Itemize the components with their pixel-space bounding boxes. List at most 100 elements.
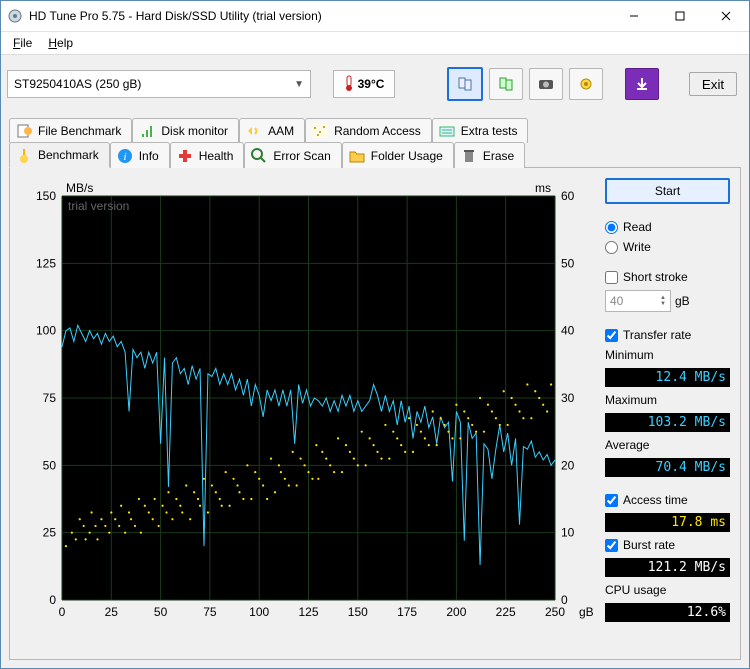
svg-text:100: 100	[36, 324, 56, 338]
exit-button[interactable]: Exit	[689, 72, 737, 96]
cpu-label: CPU usage	[605, 583, 730, 597]
toolbar: ST9250410AS (250 gB) ▼ 39°C Exit	[1, 55, 749, 113]
max-label: Maximum	[605, 393, 730, 407]
svg-text:100: 100	[249, 605, 269, 619]
tab-error-scan[interactable]: Error Scan	[244, 142, 341, 168]
file-bench-icon	[16, 123, 32, 139]
copy-screenshot-button[interactable]	[447, 67, 483, 101]
svg-text:0: 0	[59, 605, 66, 619]
info-icon: i	[117, 148, 133, 164]
svg-text:50: 50	[154, 605, 168, 619]
tab-label: Folder Usage	[371, 149, 443, 163]
svg-text:30: 30	[561, 391, 575, 405]
folder-icon	[349, 148, 365, 164]
temperature-value: 39°C	[358, 77, 385, 91]
start-button[interactable]: Start	[605, 178, 730, 204]
svg-text:0: 0	[49, 593, 56, 607]
burst-rate-checkbox[interactable]: Burst rate	[605, 538, 730, 552]
benchmark-chart: trial version025507510012515001020304050…	[20, 178, 597, 628]
tab-label: Erase	[483, 149, 514, 163]
maximize-button[interactable]	[657, 1, 703, 31]
tab-extra-tests[interactable]: Extra tests	[432, 118, 529, 143]
svg-text:125: 125	[36, 256, 56, 270]
tab-file-benchmark[interactable]: File Benchmark	[9, 118, 132, 143]
tab-label: File Benchmark	[38, 124, 121, 138]
svg-text:75: 75	[43, 391, 57, 405]
svg-text:20: 20	[561, 458, 575, 472]
svg-text:10: 10	[561, 526, 575, 540]
window-title: HD Tune Pro 5.75 - Hard Disk/SSD Utility…	[29, 9, 611, 23]
tab-control: File Benchmark Disk monitor AAM Random Acce…	[9, 117, 741, 167]
min-value: 12.4 MB/s	[605, 368, 730, 387]
error-icon	[251, 148, 267, 164]
random-icon	[312, 123, 328, 139]
copy-info-button[interactable]	[489, 68, 523, 100]
short-stroke-checkbox[interactable]: Short stroke	[605, 270, 730, 284]
tab-label: Benchmark	[38, 148, 99, 162]
read-radio[interactable]: Read	[605, 220, 730, 234]
menu-file[interactable]: File	[5, 34, 40, 52]
options-button[interactable]	[569, 68, 603, 100]
save-screenshot-button[interactable]	[529, 68, 563, 100]
tab-folder-usage[interactable]: Folder Usage	[342, 142, 454, 168]
svg-text:25: 25	[105, 605, 119, 619]
avg-value: 70.4 MB/s	[605, 458, 730, 477]
short-stroke-input[interactable]: 40 ▲▼	[605, 290, 671, 312]
svg-text:gB: gB	[579, 605, 594, 619]
drive-select[interactable]: ST9250410AS (250 gB) ▼	[7, 70, 311, 98]
svg-text:250: 250	[545, 605, 565, 619]
svg-text:50: 50	[561, 256, 575, 270]
svg-text:175: 175	[397, 605, 417, 619]
tab-label: Extra tests	[461, 124, 518, 138]
app-icon	[7, 8, 23, 24]
short-stroke-unit: gB	[675, 294, 690, 308]
tab-aam[interactable]: AAM	[239, 118, 305, 143]
min-label: Minimum	[605, 348, 730, 362]
extra-icon	[439, 123, 455, 139]
svg-text:150: 150	[348, 605, 368, 619]
tab-info[interactable]: i Info	[110, 142, 170, 168]
minimize-button[interactable]	[611, 1, 657, 31]
tab-label: Random Access	[334, 124, 421, 138]
cpu-value: 12.6%	[605, 603, 730, 622]
tab-disk-monitor[interactable]: Disk monitor	[132, 118, 239, 143]
burst-value: 121.2 MB/s	[605, 558, 730, 577]
tab-random-access[interactable]: Random Access	[305, 118, 432, 143]
transfer-rate-checkbox[interactable]: Transfer rate	[605, 328, 730, 342]
tab-health[interactable]: Health	[170, 142, 245, 168]
write-radio[interactable]: Write	[605, 240, 730, 254]
tab-erase[interactable]: Erase	[454, 142, 525, 168]
side-panel: Start Read Write Short stroke 40 ▲▼ gB T…	[605, 178, 730, 622]
svg-text:50: 50	[43, 458, 57, 472]
access-time-checkbox[interactable]: Access time	[605, 493, 730, 507]
title-bar: HD Tune Pro 5.75 - Hard Disk/SSD Utility…	[1, 1, 749, 32]
tab-label: Health	[199, 149, 234, 163]
access-value: 17.8 ms	[605, 513, 730, 532]
menu-bar: File Help	[1, 32, 749, 55]
spinner-icon: ▲▼	[660, 295, 666, 307]
erase-icon	[461, 148, 477, 164]
svg-text:MB/s: MB/s	[66, 181, 93, 195]
svg-text:25: 25	[43, 526, 57, 540]
tab-label: AAM	[268, 124, 294, 138]
save-button[interactable]	[625, 68, 659, 100]
menu-help[interactable]: Help	[40, 34, 81, 52]
disk-monitor-icon	[139, 123, 155, 139]
max-value: 103.2 MB/s	[605, 413, 730, 432]
svg-text:60: 60	[561, 189, 575, 203]
svg-text:i: i	[123, 151, 126, 163]
aam-icon	[246, 123, 262, 139]
close-button[interactable]	[703, 1, 749, 31]
svg-text:150: 150	[36, 189, 56, 203]
benchmark-panel: trial version025507510012515001020304050…	[9, 167, 741, 660]
bench-icon	[16, 147, 32, 163]
svg-text:trial version: trial version	[68, 199, 129, 213]
tab-benchmark[interactable]: Benchmark	[9, 142, 110, 168]
thermometer-icon	[344, 74, 354, 95]
chevron-down-icon: ▼	[294, 79, 304, 90]
svg-text:ms: ms	[535, 181, 551, 195]
drive-select-value: ST9250410AS (250 gB)	[14, 77, 141, 91]
svg-text:200: 200	[446, 605, 466, 619]
svg-text:125: 125	[298, 605, 318, 619]
tab-label: Info	[139, 149, 159, 163]
